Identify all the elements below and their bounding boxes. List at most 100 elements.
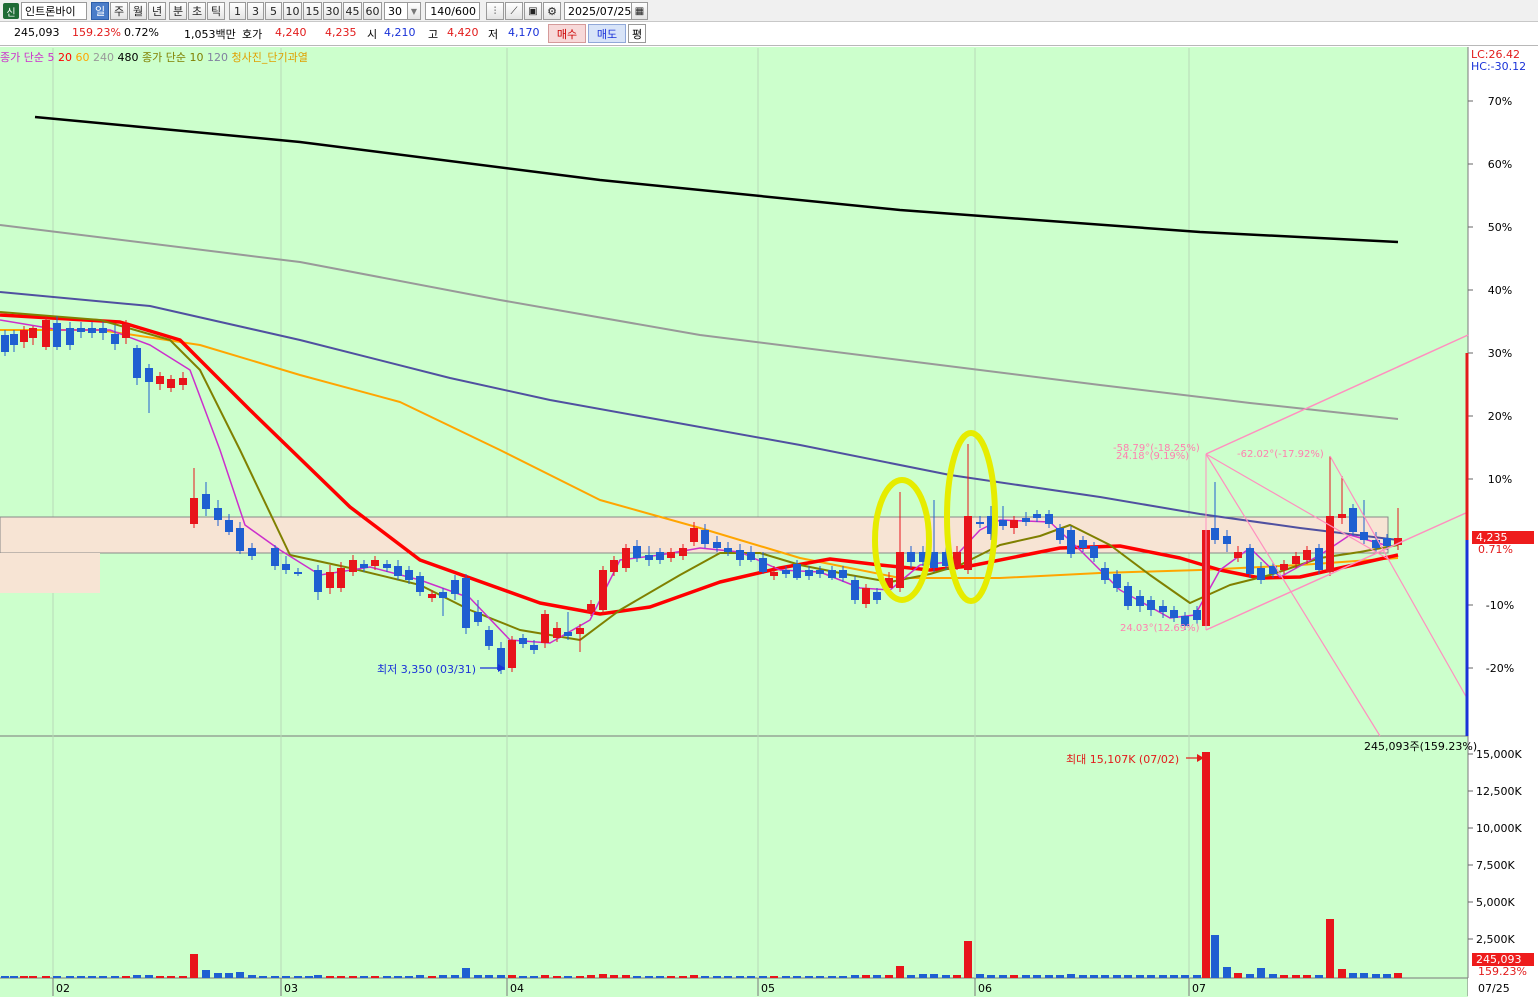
volume-bar — [179, 976, 187, 978]
volume-bar — [497, 975, 505, 978]
volume-bar — [214, 973, 222, 978]
candle-body — [713, 542, 721, 548]
candle-body — [1383, 538, 1391, 546]
candle-body — [1010, 520, 1018, 528]
candle-body — [1056, 528, 1064, 540]
candle-body — [314, 570, 322, 592]
candle-body — [759, 558, 767, 572]
volume-bar — [428, 976, 436, 978]
volume-bar — [259, 976, 267, 978]
volume-bar — [1394, 973, 1402, 978]
volume-bar — [1079, 975, 1087, 978]
fib-fan-line — [1329, 455, 1469, 701]
candle-body — [349, 560, 357, 572]
volume-bar — [451, 975, 459, 978]
volume-bar — [271, 976, 279, 978]
volume-bar — [167, 976, 175, 978]
candle-body — [405, 570, 413, 580]
candle-body — [42, 320, 50, 347]
volume-bar — [782, 976, 790, 978]
volume-bar — [1136, 975, 1144, 978]
volume-bar — [793, 976, 801, 978]
volume-bar — [530, 976, 538, 978]
ma20-line — [0, 313, 1399, 616]
ma-period-10: 10 — [189, 51, 204, 64]
volume-bar — [964, 941, 972, 978]
volume-bar — [305, 976, 313, 978]
x-tick-label: 03 — [284, 982, 298, 995]
current-change-label: 0.71% — [1478, 543, 1513, 556]
volume-bar — [383, 976, 391, 978]
volume-bar — [828, 976, 836, 978]
volume-bar — [462, 968, 470, 978]
candle-body — [156, 376, 164, 384]
x-tick-label: 07/25 — [1478, 982, 1510, 995]
candle-body — [179, 378, 187, 385]
volume-bar — [519, 976, 527, 978]
candle-body — [541, 614, 549, 643]
volume-bar — [942, 975, 950, 978]
indicator-legend: 종가 단순 5 20 60 240 480 종가 단순 10 120 청사진_단… — [0, 49, 308, 65]
ma-period-480: 480 — [117, 51, 139, 64]
candle-body — [474, 612, 482, 622]
volume-bar — [839, 976, 847, 978]
candle-body — [462, 578, 470, 628]
volume-bar — [1280, 975, 1288, 978]
candle-body — [645, 555, 653, 560]
volume-bar — [1090, 975, 1098, 978]
candle-body — [793, 564, 801, 578]
volume-bar — [349, 976, 357, 978]
volume-bar — [248, 975, 256, 978]
volume-bar — [1, 976, 9, 978]
volume-bar — [1159, 975, 1167, 978]
candle-body — [1303, 550, 1311, 560]
volume-bar — [851, 975, 859, 978]
volume-bar — [439, 975, 447, 978]
candle-body — [667, 552, 675, 558]
candle-body — [519, 638, 527, 644]
volume-bar — [371, 976, 379, 978]
candle-body — [862, 588, 870, 604]
volume-bar — [885, 975, 893, 978]
candle-body — [1257, 568, 1265, 580]
max-volume-label: 최대 15,107K (07/02) — [1066, 753, 1180, 766]
candle-body — [145, 368, 153, 382]
price-tick-label: -10% — [1486, 599, 1514, 612]
candle-body — [485, 630, 493, 646]
candle-body — [576, 628, 584, 634]
candle-body — [782, 570, 790, 574]
candle-body — [1147, 600, 1155, 610]
candle-body — [1349, 508, 1357, 532]
price-tick-label: 60% — [1488, 158, 1512, 171]
volume-bar — [1360, 973, 1368, 978]
candle-body — [976, 522, 984, 524]
volume-bar — [156, 976, 164, 978]
volume-bar — [1022, 975, 1030, 978]
volume-bar — [667, 976, 675, 978]
volume-bar — [553, 976, 561, 978]
candle-body — [564, 632, 572, 636]
volume-bar — [1193, 975, 1201, 978]
ma-label: 종가 단순 — [0, 51, 44, 64]
candle-body — [236, 528, 244, 551]
candle-body — [1246, 548, 1254, 574]
volume-bar — [816, 976, 824, 978]
volume-bar — [576, 976, 584, 978]
candle-body — [587, 604, 595, 612]
signal-label: 청사진_단기과열 — [231, 51, 308, 64]
hc-label: HC:-30.12 — [1471, 60, 1527, 73]
candle-body — [202, 494, 210, 509]
volume-bar — [713, 976, 721, 978]
fib-fan-line — [1205, 453, 1381, 737]
candle-body — [828, 570, 836, 578]
volume-header-label: 245,093주(159.23%) — [1364, 740, 1478, 753]
volume-bar — [53, 976, 61, 978]
volume-bar — [508, 975, 516, 978]
candle-body — [1292, 556, 1300, 564]
volume-bar — [587, 975, 595, 978]
volume-bar — [1257, 968, 1265, 978]
volume-bar — [1372, 974, 1380, 978]
ma2-label: 종가 단순 — [141, 51, 186, 64]
low-marker-label: 최저 3,350 (03/31) — [377, 663, 477, 676]
candle-body — [282, 564, 290, 570]
